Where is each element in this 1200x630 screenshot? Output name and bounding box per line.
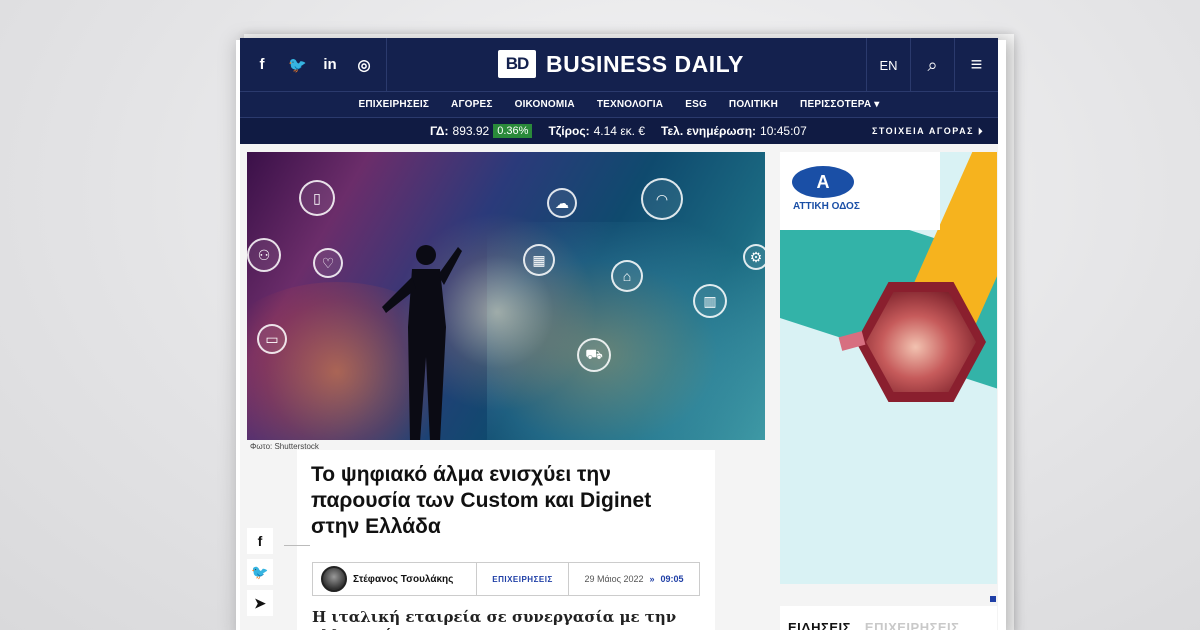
ticker-values: ΓΔ: 893.92 0.36% Τζίρος: 4.14 εκ. € Τελ.… <box>430 124 807 138</box>
updated-label: Τελ. ενημέρωση: <box>661 124 757 138</box>
author-name: Στέφανος Τσουλάκης <box>353 573 454 585</box>
nav-item-markets[interactable]: ΑΓΟΡΕΣ <box>451 99 493 110</box>
attiki-odos-logo-icon: A <box>792 166 854 198</box>
market-data-link[interactable]: ΣΤΟΙΧΕΙΑ ΑΓΟΡΑΣ ⏵ <box>872 126 984 137</box>
facebook-icon[interactable]: f <box>254 56 270 73</box>
share-divider <box>284 545 310 546</box>
tower-icon: ▥ <box>693 284 727 318</box>
market-ticker: ΓΔ: 893.92 0.36% Τζίρος: 4.14 εκ. € Τελ.… <box>240 118 998 144</box>
header-actions: EN ⌕ ≡ <box>866 38 998 92</box>
nav-item-technology[interactable]: ΤΕΧΝΟΛΟΓΙΑ <box>597 99 663 110</box>
menu-icon[interactable]: ≡ <box>954 38 998 92</box>
ad-brand-label: ΑΤΤΙΚΗ ΟΔΟΣ <box>793 201 860 212</box>
businessman-silhouette <box>382 245 462 440</box>
gear-icon: ⚙ <box>743 244 765 270</box>
tab-business[interactable]: ΕΠΙΧΕΙΡΗΣΕΙΣ <box>865 620 960 630</box>
logo-text: BUSINESS DAILY <box>546 50 744 77</box>
advertisement-banner[interactable]: A ΑΤΤΙΚΗ ΟΔΟΣ <box>780 152 997 584</box>
news-tabs: ΕΙΔΗΣΕΙΣ ΕΠΙΧΕΙΡΗΣΕΙΣ <box>780 606 997 630</box>
gd-value: 893.92 <box>452 124 490 138</box>
phone-icon: ▯ <box>299 180 335 216</box>
logo-mark: BD <box>498 50 536 78</box>
people-icon: ⚇ <box>247 238 281 272</box>
share-telegram-icon[interactable]: ➤ <box>247 590 273 616</box>
article-header: Το ψηφιακό άλμα ενισχύει την παρουσία τω… <box>297 450 715 630</box>
nav-item-economy[interactable]: ΟΙΚΟΝΟΜΙΑ <box>515 99 575 110</box>
cloud-icon: ☁ <box>547 188 577 218</box>
heart-icon: ♡ <box>313 248 343 278</box>
time-text: 09:05 <box>660 574 684 584</box>
ad-performers <box>866 292 976 392</box>
search-icon[interactable]: ⌕ <box>910 38 954 92</box>
article-meta: Στέφανος Τσουλάκης ΕΠΙΧΕΙΡΗΣΕΙΣ 29 Μάιος… <box>312 562 700 596</box>
publish-date: 29 Μάιος 2022 » 09:05 <box>569 574 699 584</box>
share-facebook-icon[interactable]: f <box>247 528 273 554</box>
car-icon: ⛟ <box>577 338 611 372</box>
share-twitter-icon[interactable]: 🐦 <box>247 559 273 585</box>
nav-item-politics[interactable]: ΠΟΛΙΤΙΚΗ <box>729 99 778 110</box>
nav-item-business[interactable]: ΕΠΙΧΕΙΡΗΣΕΙΣ <box>359 99 430 110</box>
nav-item-esg[interactable]: ESG <box>685 99 707 110</box>
building-icon: ▦ <box>523 244 555 276</box>
social-links: f 🐦 in ◎ <box>254 38 387 92</box>
date-separator-icon: » <box>649 574 655 584</box>
turnover-label: Τζίρος: <box>548 124 590 138</box>
avatar <box>321 566 347 592</box>
home-icon: ⌂ <box>611 260 643 292</box>
nav-item-more[interactable]: ΠΕΡΙΣΣΟΤΕΡΑ ▾ <box>800 99 879 110</box>
date-text: 29 Μάιος 2022 <box>584 574 644 584</box>
author-block[interactable]: Στέφανος Τσουλάκης <box>313 563 477 595</box>
wifi-icon: ◠ <box>641 178 683 220</box>
updated-value: 10:45:07 <box>760 124 807 138</box>
article-lede: Η ιταλική εταιρεία σε συνεργασία με την … <box>312 608 677 630</box>
main-content: ▯ ☁ ◠ ⚇ ♡ ▦ ⌂ ▥ ⚙ ▭ ⛟ Φωτο: Shutterstock… <box>240 144 998 630</box>
turnover-value: 4.14 εκ. € <box>593 124 646 138</box>
language-switch[interactable]: EN <box>866 38 910 92</box>
category-link[interactable]: ΕΠΙΧΕΙΡΗΣΕΙΣ <box>477 563 569 595</box>
tab-news[interactable]: ΕΙΔΗΣΕΙΣ <box>788 620 851 630</box>
article-title: Το ψηφιακό άλμα ενισχύει την παρουσία τω… <box>311 463 652 538</box>
gd-change-badge: 0.36% <box>493 124 533 138</box>
share-buttons: f 🐦 ➤ <box>247 528 273 621</box>
instagram-icon[interactable]: ◎ <box>356 56 372 74</box>
top-bar: f 🐦 in ◎ BD BUSINESS DAILY EN ⌕ ≡ <box>240 38 998 92</box>
gd-label: ΓΔ: <box>430 124 449 138</box>
twitter-icon[interactable]: 🐦 <box>288 56 307 74</box>
laptop-icon: ▭ <box>257 324 287 354</box>
main-nav: ΕΠΙΧΕΙΡΗΣΕΙΣ ΑΓΟΡΕΣ ΟΙΚΟΝΟΜΙΑ ΤΕΧΝΟΛΟΓΙΑ… <box>240 92 998 118</box>
hero-image: ▯ ☁ ◠ ⚇ ♡ ▦ ⌂ ▥ ⚙ ▭ ⛟ <box>247 152 765 440</box>
website-page: f 🐦 in ◎ BD BUSINESS DAILY EN ⌕ ≡ ΕΠΙΧΕΙ… <box>240 38 998 630</box>
ad-marker <box>990 596 996 602</box>
linkedin-icon[interactable]: in <box>322 56 338 73</box>
site-logo[interactable]: BD BUSINESS DAILY <box>498 50 744 78</box>
